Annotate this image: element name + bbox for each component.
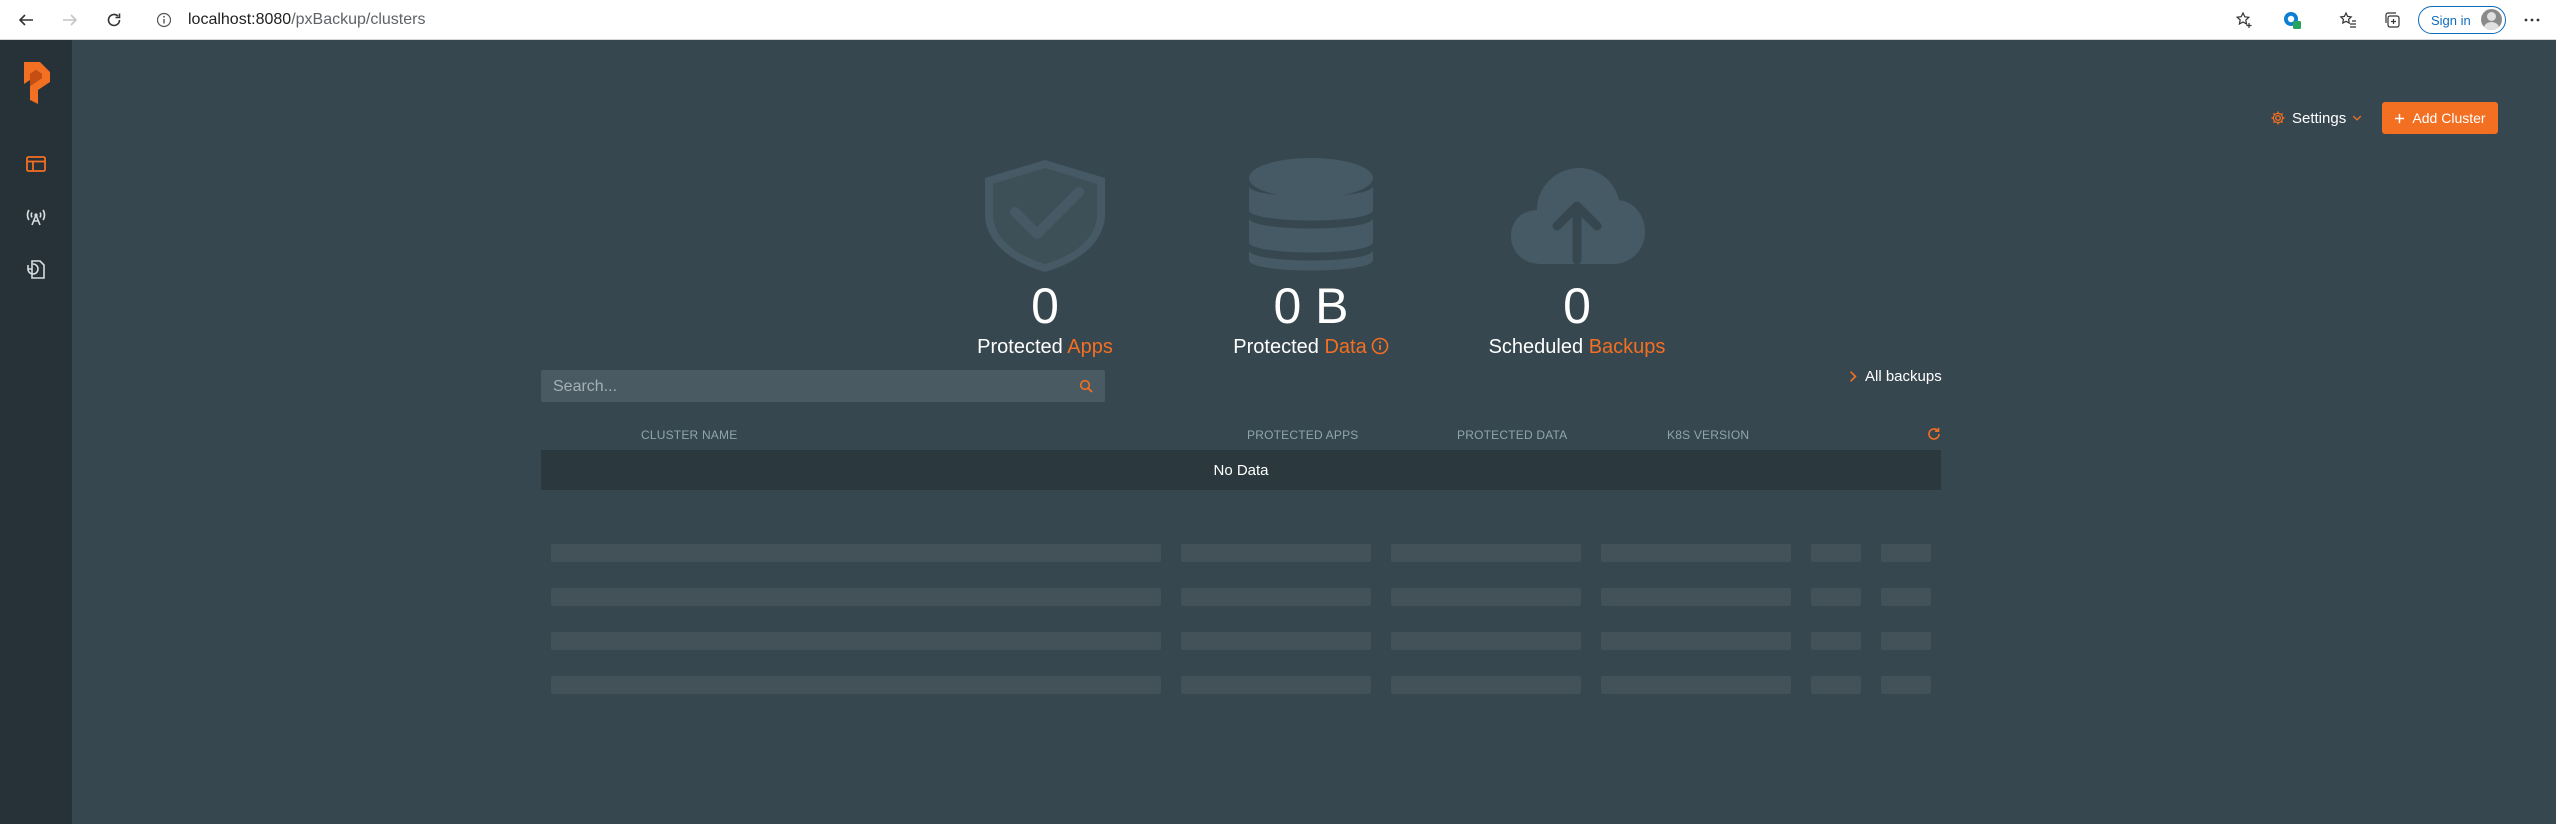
stat-protected-apps: 0 Protected Apps [935, 156, 1155, 359]
database-icon [1249, 158, 1373, 271]
stat-label: Protected Apps [935, 336, 1155, 359]
skeleton-cell [1601, 632, 1791, 650]
column-protected-data[interactable]: PROTECTED DATA [1457, 428, 1567, 442]
reload-icon [107, 13, 121, 27]
skeleton-cell [1811, 544, 1861, 562]
sidebar-restore-icon[interactable] [24, 258, 48, 282]
sidebar-clusters-icon[interactable] [24, 152, 48, 176]
skeleton-cell [1181, 588, 1371, 606]
skeleton-row [541, 676, 1941, 694]
column-cluster-name[interactable]: CLUSTER NAME [641, 428, 737, 442]
skeleton-cell [1601, 588, 1791, 606]
skeleton-cell [551, 544, 1161, 562]
search-box [541, 370, 1105, 404]
stat-scheduled-backups: 0 Scheduled Backups [1467, 156, 1687, 359]
stat-value: 0 [1563, 278, 1591, 334]
stat-label: Scheduled Backups [1467, 336, 1687, 359]
shield-check-icon [985, 160, 1105, 272]
skeleton-cell [551, 676, 1161, 694]
add-cluster-label: Add Cluster [2412, 110, 2486, 126]
avatar-icon [2481, 9, 2502, 30]
stat-label-prefix: Protected [977, 336, 1063, 358]
skeleton-row [541, 588, 1941, 606]
refresh-icon[interactable] [1926, 426, 1942, 442]
extension-icon [2284, 12, 2301, 29]
skeleton-cell [1601, 544, 1791, 562]
skeleton-cell [1811, 632, 1861, 650]
browser-toolbar: localhost:8080/pxBackup/clusters Sign in [0, 0, 2556, 40]
more-dots-icon [2524, 18, 2540, 22]
star-add-icon [2235, 11, 2252, 28]
chevron-down-icon [2353, 115, 2362, 121]
skeleton-cell [1391, 588, 1581, 606]
skeleton-cell [1391, 676, 1581, 694]
skeleton-cell [1811, 676, 1861, 694]
settings-dropdown[interactable]: Settings [2270, 106, 2362, 130]
skeleton-cell [1181, 544, 1371, 562]
back-button[interactable] [12, 6, 40, 34]
skeleton-row [541, 632, 1941, 650]
no-data-text: No Data [1213, 461, 1269, 479]
all-backups-link[interactable]: All backups [1849, 368, 1942, 385]
skeleton-cell [1881, 632, 1931, 650]
stat-label-prefix: Protected [1233, 336, 1319, 358]
skeleton-cell [551, 588, 1161, 606]
address-bar[interactable]: localhost:8080/pxBackup/clusters [150, 4, 2258, 36]
all-backups-label: All backups [1865, 368, 1942, 385]
stat-label-accent: Data [1324, 336, 1367, 358]
sidebar-broadcast-icon[interactable] [24, 204, 48, 228]
portworx-logo-icon[interactable] [20, 60, 52, 106]
collections-icon [2385, 12, 2400, 28]
gear-icon [2271, 111, 2285, 125]
add-favorite-button[interactable] [2230, 6, 2258, 34]
forward-button[interactable] [56, 6, 84, 34]
stat-label: Protected Data [1201, 336, 1421, 359]
skeleton-cell [1881, 544, 1931, 562]
skeleton-cell [1811, 588, 1861, 606]
skeleton-row [541, 544, 1941, 562]
settings-label: Settings [2292, 109, 2347, 127]
skeleton-cell [1601, 676, 1791, 694]
favorites-button[interactable] [2334, 6, 2362, 34]
stat-protected-data: 0 B Protected Data [1201, 156, 1421, 359]
collections-button[interactable] [2378, 6, 2406, 34]
table-empty-row: No Data [541, 450, 1941, 490]
stat-label-accent: Backups [1588, 336, 1666, 358]
skeleton-cell [1391, 632, 1581, 650]
stat-label-prefix: Scheduled [1488, 336, 1584, 358]
sidebar [0, 40, 72, 824]
skeleton-cell [1181, 632, 1371, 650]
reload-button[interactable] [100, 6, 128, 34]
cloud-upload-icon [1511, 168, 1645, 265]
skeleton-cell [1881, 588, 1931, 606]
skeleton-cell [1881, 676, 1931, 694]
skeleton-cell [1181, 676, 1371, 694]
skeleton-cell [1391, 544, 1581, 562]
stat-value: 0 B [1273, 278, 1349, 334]
forward-arrow-icon [63, 14, 78, 26]
add-cluster-button[interactable]: Add Cluster [2382, 102, 2498, 134]
info-icon[interactable] [1371, 337, 1389, 355]
search-icon[interactable] [1079, 379, 1093, 393]
table-header: CLUSTER NAME PROTECTED APPS PROTECTED DA… [541, 420, 1941, 448]
back-arrow-icon [18, 14, 33, 26]
sign-in-button[interactable]: Sign in [2418, 6, 2506, 34]
favorites-icon [2339, 11, 2356, 28]
extension-button[interactable] [2278, 6, 2306, 34]
skeleton-cell [551, 632, 1161, 650]
url-text: localhost:8080/pxBackup/clusters [188, 11, 425, 29]
sign-in-label: Sign in [2431, 12, 2471, 28]
column-k8s-version[interactable]: K8S VERSION [1667, 428, 1749, 442]
url-host: localhost:8080 [188, 11, 292, 28]
plus-icon [2395, 113, 2405, 123]
search-input[interactable] [541, 370, 1075, 404]
browser-menu-button[interactable] [2518, 6, 2546, 34]
stat-label-accent: Apps [1067, 336, 1113, 358]
chevron-right-icon [1850, 371, 1857, 382]
url-path: /pxBackup/clusters [291, 11, 426, 28]
column-protected-apps[interactable]: PROTECTED APPS [1247, 428, 1359, 442]
site-info-icon[interactable] [156, 12, 172, 28]
stat-value: 0 [1031, 278, 1059, 334]
